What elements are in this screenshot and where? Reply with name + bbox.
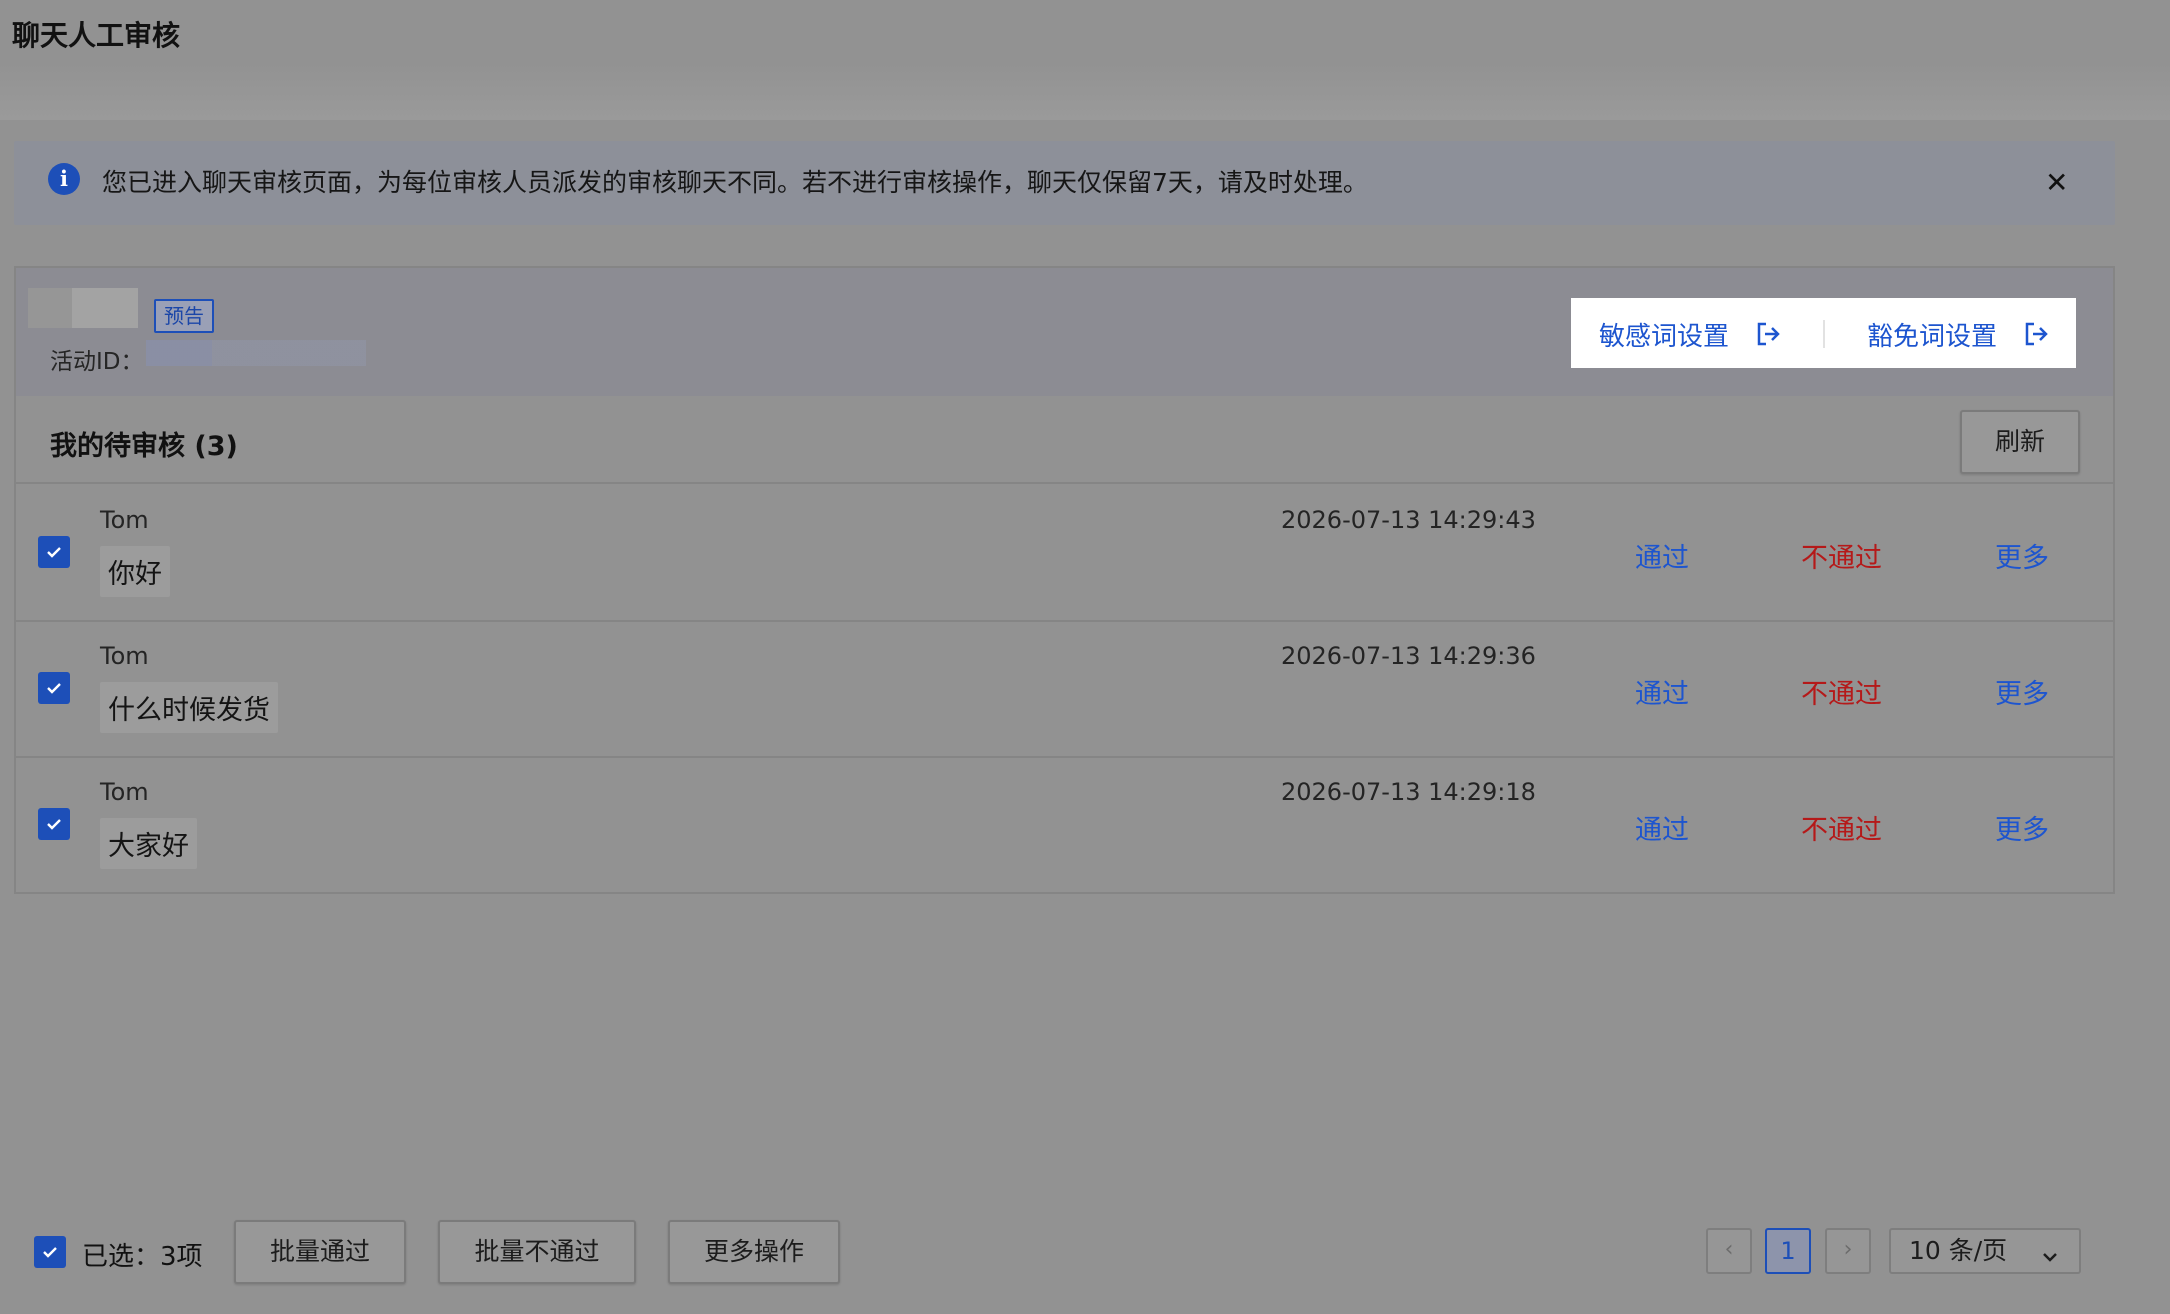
exit-icon xyxy=(2023,321,2049,354)
exempt-words-link[interactable]: 豁免词设置 xyxy=(1867,316,2049,354)
reject-button[interactable]: 不通过 xyxy=(1801,672,1882,711)
pass-button[interactable]: 通过 xyxy=(1635,672,1689,711)
exit-icon xyxy=(1755,321,1781,354)
activity-thumbnail xyxy=(28,288,138,328)
checkmark-icon xyxy=(43,1247,57,1258)
sensitive-words-label: 敏感词设置 xyxy=(1599,322,1730,352)
row-checkbox[interactable] xyxy=(38,536,70,568)
status-badge: 预告 xyxy=(154,299,214,333)
row-user: Tom xyxy=(100,778,149,806)
row-time: 2026-07-13 14:29:36 xyxy=(1281,642,1536,670)
checkmark-icon xyxy=(47,547,61,558)
more-operations-button[interactable]: 更多操作 xyxy=(668,1220,840,1284)
list-header: 我的待审核 (3) 刷新 xyxy=(16,396,2113,484)
reject-button[interactable]: 不通过 xyxy=(1801,808,1882,847)
batch-reject-button[interactable]: 批量不通过 xyxy=(438,1220,636,1284)
activity-header: 预告 活动ID： 敏感词设置 豁免词设置 xyxy=(16,268,2113,396)
chevron-down-icon xyxy=(2039,1239,2061,1281)
row-message: 什么时候发货 xyxy=(100,682,278,733)
row-time: 2026-07-13 14:29:43 xyxy=(1281,506,1536,534)
row-user: Tom xyxy=(100,506,149,534)
exempt-words-label: 豁免词设置 xyxy=(1867,322,1998,352)
row-user: Tom xyxy=(100,642,149,670)
more-button[interactable]: 更多 xyxy=(1995,672,2049,711)
info-icon: i xyxy=(48,163,80,195)
notice-text: 您已进入聊天审核页面，为每位审核人员派发的审核聊天不同。若不进行审核操作，聊天仅… xyxy=(102,168,1368,197)
pass-button[interactable]: 通过 xyxy=(1635,536,1689,575)
activity-id-value xyxy=(146,340,366,366)
row-time: 2026-07-13 14:29:18 xyxy=(1281,778,1536,806)
pass-button[interactable]: 通过 xyxy=(1635,808,1689,847)
more-button[interactable]: 更多 xyxy=(1995,808,2049,847)
activity-id-label: 活动ID： xyxy=(50,349,144,375)
selected-count: 已选：3项 xyxy=(82,1242,203,1272)
checkmark-icon xyxy=(47,683,61,694)
reject-button[interactable]: 不通过 xyxy=(1801,536,1882,575)
review-card: 预告 活动ID： 敏感词设置 豁免词设置 我的待审核 (3) 刷新 Tom 你好… xyxy=(14,266,2115,894)
row-checkbox[interactable] xyxy=(38,808,70,840)
pagination-page-1[interactable]: 1 xyxy=(1765,1228,1811,1274)
pagination-prev-button[interactable]: ‹ xyxy=(1706,1228,1752,1274)
row-message: 你好 xyxy=(100,546,170,597)
checkmark-icon xyxy=(47,819,61,830)
divider xyxy=(1823,320,1825,348)
select-all-checkbox[interactable] xyxy=(34,1236,66,1268)
row-checkbox[interactable] xyxy=(38,672,70,704)
row-message: 大家好 xyxy=(100,818,197,869)
word-settings-links: 敏感词设置 豁免词设置 xyxy=(1571,298,2076,368)
title-band xyxy=(0,62,2170,120)
page-size-value: 10 条/页 xyxy=(1909,1236,2008,1265)
page-title: 聊天人工审核 xyxy=(12,19,181,52)
batch-action-bar: 已选：3项 批量通过 批量不通过 更多操作 ‹ 1 › 10 条/页 xyxy=(0,1190,2170,1314)
table-row: Tom 你好 2026-07-13 14:29:43 通过 不通过 更多 xyxy=(16,486,2113,622)
table-row: Tom 大家好 2026-07-13 14:29:18 通过 不通过 更多 xyxy=(16,758,2113,894)
table-row: Tom 什么时候发货 2026-07-13 14:29:36 通过 不通过 更多 xyxy=(16,622,2113,758)
pagination-next-button[interactable]: › xyxy=(1825,1228,1871,1274)
close-icon[interactable]: ✕ xyxy=(2045,169,2068,197)
refresh-button[interactable]: 刷新 xyxy=(1960,410,2080,474)
batch-pass-button[interactable]: 批量通过 xyxy=(234,1220,406,1284)
page-size-select[interactable]: 10 条/页 xyxy=(1889,1228,2081,1274)
notice-banner: i 您已进入聊天审核页面，为每位审核人员派发的审核聊天不同。若不进行审核操作，聊… xyxy=(14,141,2115,225)
list-title: 我的待审核 (3) xyxy=(50,431,238,462)
sensitive-words-link[interactable]: 敏感词设置 xyxy=(1599,316,1781,354)
more-button[interactable]: 更多 xyxy=(1995,536,2049,575)
